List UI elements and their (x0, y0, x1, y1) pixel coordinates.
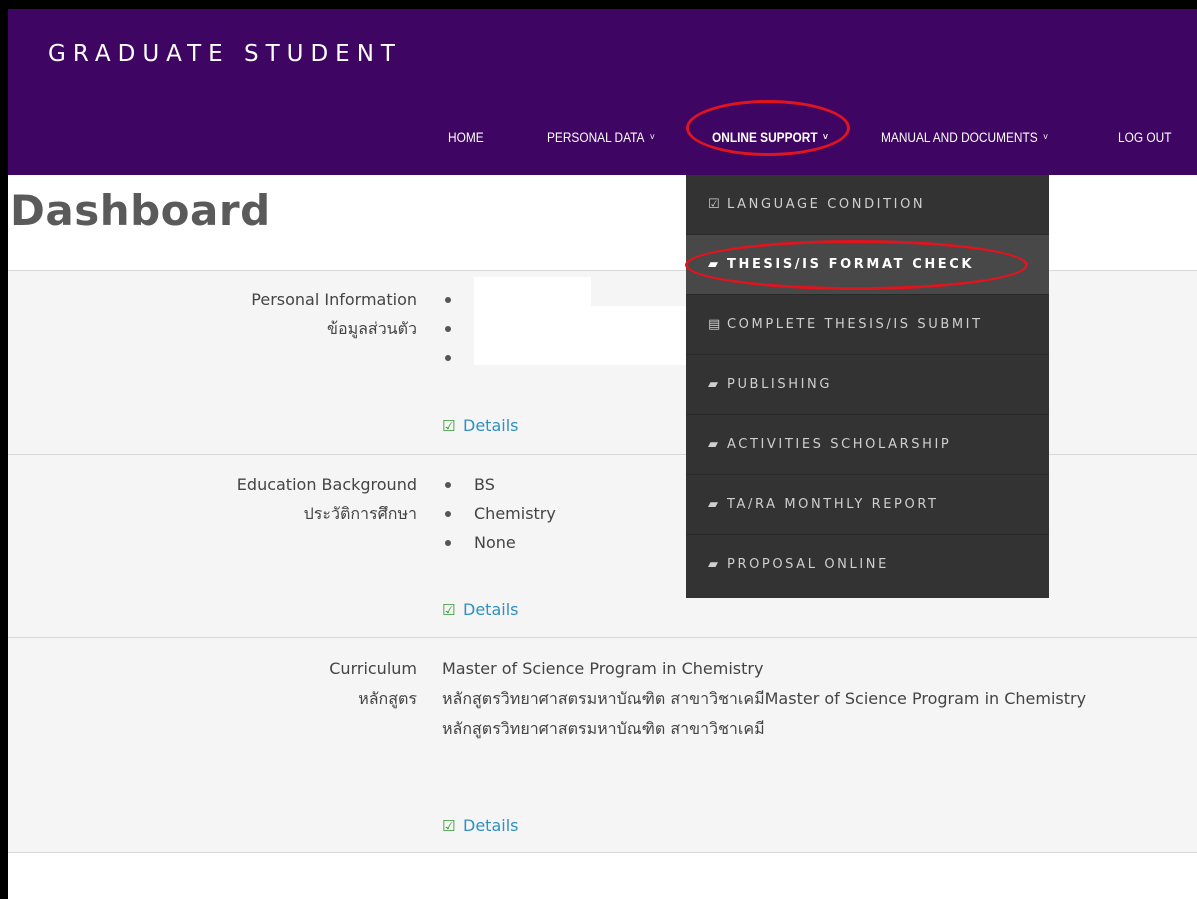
menu-item-label: PUBLISHING (727, 377, 833, 392)
redacted-value (474, 335, 689, 365)
redacted-value (474, 306, 686, 336)
list-item: BS (442, 470, 556, 499)
online-support-dropdown: ☑ LANGUAGE CONDITION ▰ THESIS/IS FORMAT CH… (686, 175, 1049, 598)
site-header: GRADUATE STUDENT HOME PERSONAL DATA ˅ ONL… (8, 9, 1197, 175)
nav-home-label: HOME (448, 130, 484, 145)
list-icon: ▤ (708, 317, 723, 332)
check-square-icon: ☑ (442, 417, 456, 435)
main-nav: HOME PERSONAL DATA ˅ ONLINE SUPPORT ˅ MANU… (8, 124, 1197, 154)
curriculum-line: หลักสูตรวิทยาศาสตรมหาบัณฑิต สาขาวิชาเคมี… (442, 689, 1087, 708)
personal-information-values (442, 277, 689, 372)
book-icon: ▰ (708, 497, 721, 512)
personal-information-label: Personal Information ข้อมูลส่วนตัว (251, 285, 417, 343)
list-item (442, 335, 689, 372)
details-label: Details (463, 600, 519, 619)
menu-item-label: PROPOSAL ONLINE (727, 557, 889, 572)
nav-log-out[interactable]: LOG OUT (1118, 130, 1171, 145)
redacted-value (474, 277, 591, 307)
menu-item-label: LANGUAGE CONDITION (727, 197, 926, 212)
curriculum-label: Curriculum หลักสูตร (329, 654, 417, 714)
menu-item-language-condition[interactable]: ☑ LANGUAGE CONDITION (686, 175, 1049, 235)
brand-title: GRADUATE STUDENT (48, 41, 402, 67)
page-title: Dashboard (10, 186, 271, 235)
label-en: Education Background (236, 475, 417, 494)
nav-log-out-label: LOG OUT (1118, 130, 1172, 145)
nav-manual-documents[interactable]: MANUAL AND DOCUMENTS ˅ (881, 130, 1048, 145)
menu-item-label: ACTIVITIES SCHOLARSHIP (727, 437, 952, 452)
book-icon: ▰ (708, 437, 721, 452)
highlight-circle-menu-item (685, 240, 1028, 290)
menu-item-proposal-online[interactable]: ▰ PROPOSAL ONLINE (686, 535, 1049, 595)
curriculum-line: หลักสูตรวิทยาศาสตรมหาบัณฑิต สาขาวิชาเคมี (442, 719, 765, 738)
window-left-border (0, 0, 8, 899)
label-th: ข้อมูลส่วนตัว (327, 319, 417, 338)
chevron-down-icon: ˅ (649, 132, 655, 143)
check-square-icon: ☑ (708, 197, 723, 212)
education-background-values: BS Chemistry None (442, 470, 556, 557)
highlight-circle-nav (686, 100, 850, 156)
menu-item-complete-thesis-submit[interactable]: ▤ COMPLETE THESIS/IS SUBMIT (686, 295, 1049, 355)
window-top-border (0, 0, 1197, 9)
personal-details-link[interactable]: ☑ Details (442, 416, 518, 435)
book-icon: ▰ (708, 377, 721, 392)
check-square-icon: ☑ (442, 601, 456, 619)
curriculum-details-link[interactable]: ☑ Details (442, 816, 518, 835)
label-th: ประวัติการศึกษา (303, 504, 417, 523)
label-en: Personal Information (251, 290, 417, 309)
education-background-label: Education Background ประวัติการศึกษา (237, 470, 417, 528)
menu-item-publishing[interactable]: ▰ PUBLISHING (686, 355, 1049, 415)
list-item: Chemistry (442, 499, 556, 528)
education-details-link[interactable]: ☑ Details (442, 600, 518, 619)
chevron-down-icon: ˅ (1042, 132, 1049, 143)
nav-personal-data-label: PERSONAL DATA (547, 130, 645, 145)
menu-item-label: COMPLETE THESIS/IS SUBMIT (727, 317, 983, 332)
check-square-icon: ☑ (442, 817, 456, 835)
label-en: Curriculum (329, 659, 417, 678)
menu-item-label: TA/RA MONTHLY REPORT (727, 497, 939, 512)
nav-manual-documents-label: MANUAL AND DOCUMENTS (881, 130, 1038, 145)
book-icon: ▰ (708, 557, 721, 572)
curriculum-section: Curriculum หลักสูตร Master of Science Pr… (8, 637, 1197, 853)
menu-item-ta-ra-monthly-report[interactable]: ▰ TA/RA MONTHLY REPORT (686, 475, 1049, 535)
list-item: None (442, 528, 556, 557)
label-th: หลักสูตร (358, 689, 417, 708)
nav-personal-data[interactable]: PERSONAL DATA ˅ (547, 130, 655, 145)
details-label: Details (463, 816, 519, 835)
curriculum-line: Master of Science Program in Chemistry (442, 659, 764, 678)
nav-home[interactable]: HOME (448, 130, 484, 145)
menu-item-activities-scholarship[interactable]: ▰ ACTIVITIES SCHOLARSHIP (686, 415, 1049, 475)
details-label: Details (463, 416, 519, 435)
curriculum-values: Master of Science Program in Chemistry ห… (442, 654, 1162, 744)
